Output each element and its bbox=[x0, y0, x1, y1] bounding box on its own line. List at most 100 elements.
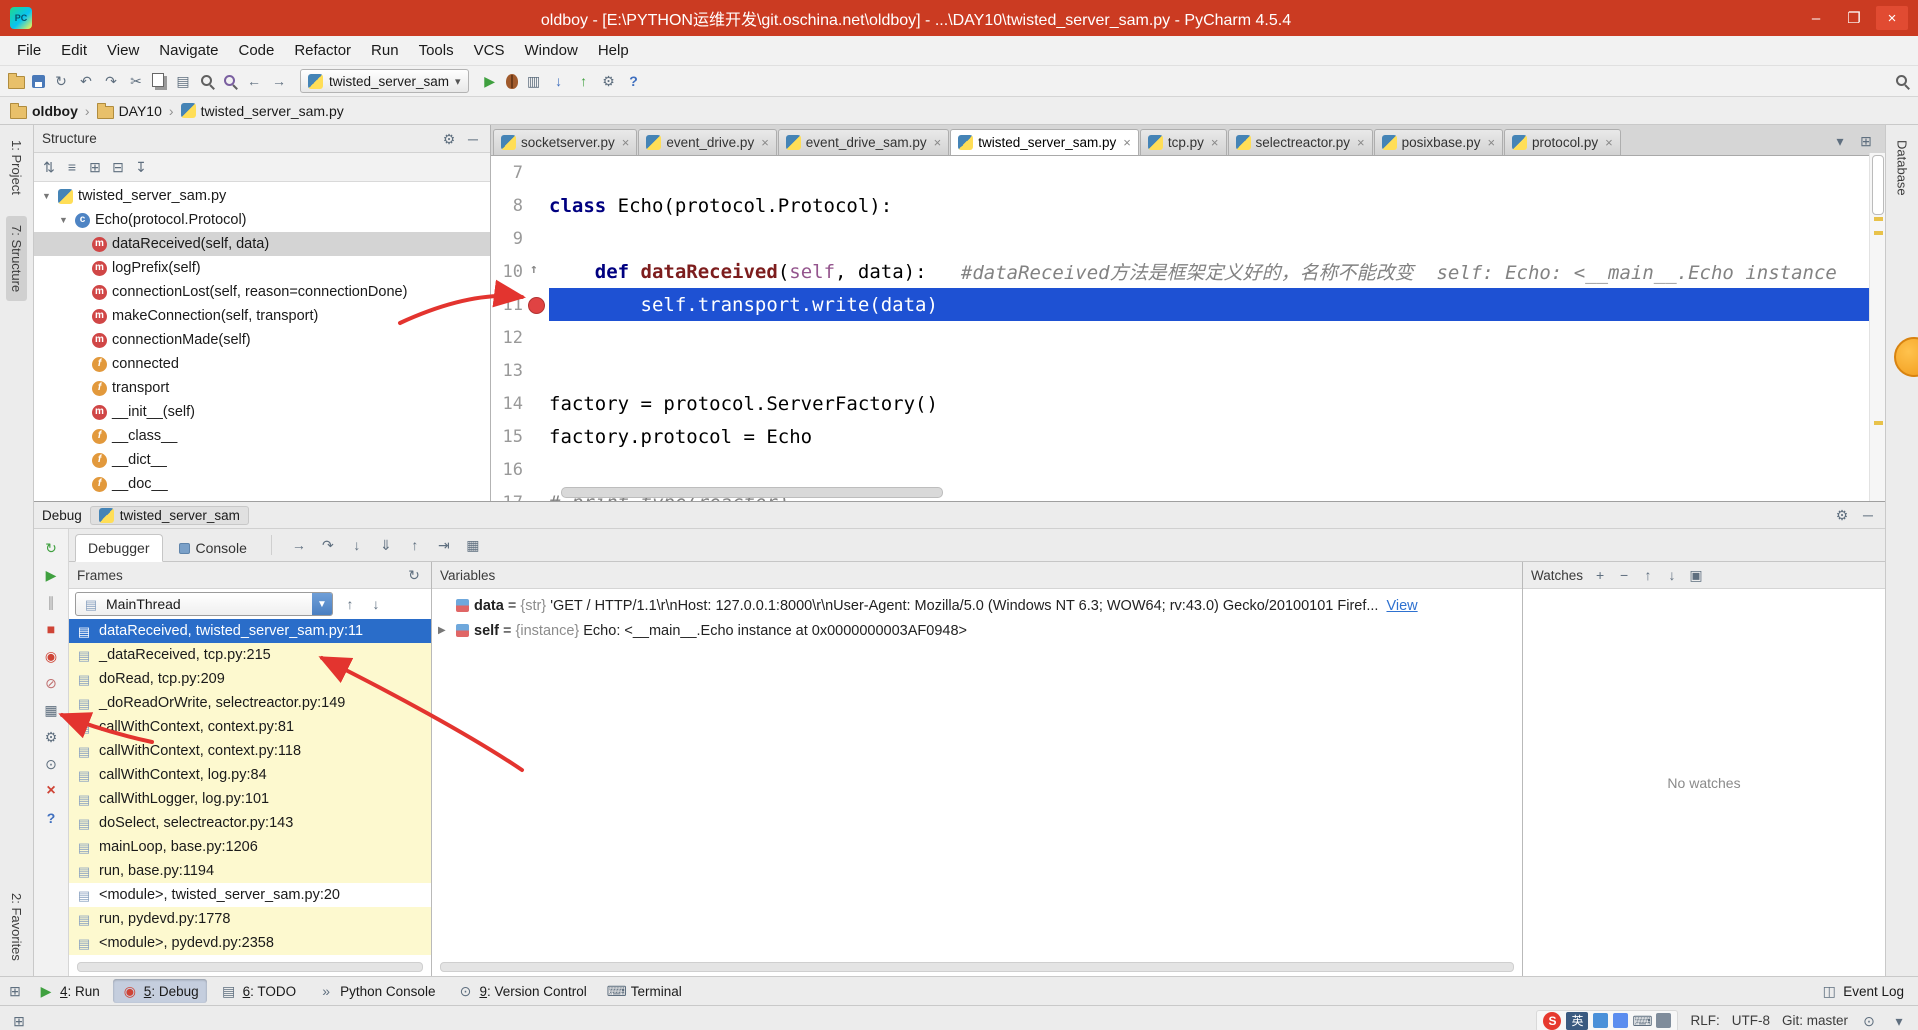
frame-item[interactable]: ▤ <module>, twisted_server_sam.py:20 bbox=[69, 883, 431, 907]
structure-node[interactable]: m connectionMade(self) bbox=[34, 328, 490, 352]
editor-tab-protocol.py[interactable]: protocol.py × bbox=[1504, 129, 1621, 155]
expand-chevron-icon[interactable]: ▶ bbox=[438, 625, 451, 636]
settings-icon[interactable]: ⚙ bbox=[600, 72, 618, 90]
variable-item[interactable]: ▶ self = {instance} Echo: <__main__.Echo … bbox=[432, 618, 1522, 643]
tool-button-event-log[interactable]: ◫ Event Log bbox=[1812, 979, 1912, 1003]
menu-item-tools[interactable]: Tools bbox=[410, 39, 463, 62]
ime-tool-icon[interactable] bbox=[1656, 1013, 1672, 1028]
rerun-icon[interactable]: ↻ bbox=[42, 539, 60, 557]
search-everywhere-icon[interactable] bbox=[1894, 73, 1910, 89]
variables-scrollbar[interactable] bbox=[440, 962, 1514, 972]
close-button[interactable]: × bbox=[1876, 6, 1908, 30]
ime-tool-icon[interactable] bbox=[1593, 1013, 1609, 1028]
structure-node[interactable]: m dataReceived(self, data) bbox=[34, 232, 490, 256]
maximize-button[interactable]: ❐ bbox=[1838, 6, 1870, 30]
split-editor-icon[interactable]: ⊞ bbox=[1857, 132, 1875, 150]
structure-node[interactable]: ▼ c Echo(protocol.Protocol) bbox=[34, 208, 490, 232]
frame-item[interactable]: ▤ callWithContext, context.py:118 bbox=[69, 739, 431, 763]
breakpoint-icon[interactable] bbox=[528, 297, 545, 314]
code-line[interactable]: 10 ↑ def dataReceived(self, data): #dataR… bbox=[491, 255, 1885, 288]
structure-node[interactable]: m makeConnection(self, transport) bbox=[34, 304, 490, 328]
structure-node[interactable]: m connectionLost(self, reason=connectionD… bbox=[34, 280, 490, 304]
override-marker-icon[interactable]: ↑ bbox=[530, 262, 538, 277]
inspections-icon[interactable]: ▾ bbox=[1890, 1012, 1908, 1030]
close-tab-icon[interactable]: × bbox=[622, 135, 630, 150]
warning-stripe-mark[interactable] bbox=[1874, 421, 1883, 425]
close-tab-icon[interactable]: × bbox=[1605, 135, 1613, 150]
frame-item[interactable]: ▤ callWithContext, context.py:81 bbox=[69, 715, 431, 739]
expand-arrow-icon[interactable]: ▼ bbox=[57, 215, 70, 225]
ime-language-icon[interactable]: 英 bbox=[1566, 1011, 1589, 1030]
tool-stripe-button-7--structure[interactable]: 7: Structure bbox=[6, 215, 27, 302]
menu-item-window[interactable]: Window bbox=[515, 39, 586, 62]
close-tab-icon[interactable]: × bbox=[934, 135, 942, 150]
breadcrumb-item-oldboy[interactable]: oldboy bbox=[10, 102, 78, 119]
redo-icon[interactable]: ↷ bbox=[102, 72, 120, 90]
close-tab-icon[interactable]: × bbox=[1357, 135, 1365, 150]
settings-icon[interactable]: ⚙ bbox=[42, 728, 60, 746]
editor-tab-event_drive_sam.py[interactable]: event_drive_sam.py × bbox=[777, 129, 950, 155]
menu-item-code[interactable]: Code bbox=[229, 39, 283, 62]
tool-button-5--debug[interactable]: ◉ 5: Debug bbox=[112, 979, 207, 1003]
save-all-icon[interactable] bbox=[32, 74, 45, 88]
paste-icon[interactable]: ▤ bbox=[174, 72, 192, 90]
vcs-update-icon[interactable]: ↓ bbox=[550, 72, 568, 90]
resume-icon[interactable]: ▶ bbox=[42, 566, 60, 584]
frame-item[interactable]: ▤ mainLoop, base.py:1206 bbox=[69, 835, 431, 859]
menu-item-view[interactable]: View bbox=[98, 39, 148, 62]
code-line[interactable]: 8 class Echo(protocol.Protocol): bbox=[491, 189, 1885, 222]
code-line[interactable]: 14 factory = protocol.ServerFactory() bbox=[491, 387, 1885, 420]
tool-button-4--run[interactable]: ▶ 4: Run bbox=[29, 979, 108, 1003]
menu-item-edit[interactable]: Edit bbox=[52, 39, 96, 62]
chevron-down-icon[interactable]: ▼ bbox=[312, 593, 332, 615]
tool-button-python-console[interactable]: » Python Console bbox=[309, 979, 443, 1003]
find-icon[interactable] bbox=[199, 73, 215, 89]
frame-down-icon[interactable]: ↓ bbox=[367, 595, 385, 613]
code-line[interactable]: 7 bbox=[491, 156, 1885, 189]
code-line[interactable]: 11 self.transport.write(data) bbox=[491, 288, 1885, 321]
menu-item-help[interactable]: Help bbox=[589, 39, 638, 62]
close-tab-icon[interactable]: × bbox=[1123, 135, 1131, 150]
evaluate-icon[interactable]: ▦ bbox=[464, 536, 482, 554]
frame-item[interactable]: ▤ callWithContext, log.py:84 bbox=[69, 763, 431, 787]
debug-session-tab[interactable]: twisted_server_sam bbox=[89, 505, 249, 525]
structure-node[interactable]: ▼ twisted_server_sam.py bbox=[34, 184, 490, 208]
sogou-icon[interactable]: S bbox=[1543, 1011, 1562, 1030]
code-line[interactable]: 9 bbox=[491, 222, 1885, 255]
toolwindow-toggle-icon[interactable]: ⊞ bbox=[10, 1012, 28, 1030]
move-up-icon[interactable]: ↑ bbox=[1639, 566, 1657, 584]
line-separator-indicator[interactable]: RLF: bbox=[1690, 1013, 1719, 1028]
code-line[interactable]: 15 factory.protocol = Echo bbox=[491, 420, 1885, 453]
editor-tab-event_drive.py[interactable]: event_drive.py × bbox=[638, 129, 777, 155]
structure-node[interactable]: f connected bbox=[34, 352, 490, 376]
horizontal-scrollbar[interactable] bbox=[561, 487, 943, 498]
hide-panel-icon[interactable]: ─ bbox=[1859, 506, 1877, 524]
sort-icon[interactable]: ⇅ bbox=[40, 158, 58, 176]
help-icon[interactable]: ? bbox=[625, 72, 643, 90]
vertical-scrollbar[interactable] bbox=[1869, 153, 1885, 501]
git-branch-indicator[interactable]: Git: master bbox=[1782, 1013, 1848, 1028]
pause-icon[interactable]: ∥ bbox=[42, 593, 60, 611]
frames-scrollbar[interactable] bbox=[77, 962, 423, 972]
mute-breakpoints-icon[interactable]: ⊘ bbox=[42, 674, 60, 692]
menu-item-vcs[interactable]: VCS bbox=[465, 39, 514, 62]
breadcrumb-item-DAY10[interactable]: DAY10 bbox=[96, 102, 162, 119]
code-line[interactable]: 13 bbox=[491, 354, 1885, 387]
editor-tab-selectreactor.py[interactable]: selectreactor.py × bbox=[1227, 129, 1373, 155]
stop-icon[interactable]: ■ bbox=[42, 620, 60, 638]
frame-up-icon[interactable]: ↑ bbox=[341, 595, 359, 613]
frame-item[interactable]: ▤ <module>, pydevd.py:2358 bbox=[69, 931, 431, 955]
menu-item-refactor[interactable]: Refactor bbox=[285, 39, 360, 62]
step-into-icon[interactable]: ↓ bbox=[348, 536, 366, 554]
restore-layout-icon[interactable]: ▦ bbox=[42, 701, 60, 719]
expand-arrow-icon[interactable]: ▼ bbox=[40, 191, 53, 201]
tool-stripe-button-1--project[interactable]: 1: Project bbox=[6, 131, 27, 204]
code-editor[interactable]: 7 8 class Echo(protocol.Protocol): 9 10 ↑ def… bbox=[491, 156, 1885, 501]
thread-selector[interactable]: ▤ MainThread ▼ bbox=[75, 592, 333, 616]
add-icon[interactable]: + bbox=[1591, 566, 1609, 584]
close-tab-icon[interactable]: × bbox=[1487, 135, 1495, 150]
close-tab-icon[interactable]: × bbox=[1211, 135, 1219, 150]
editor-tab-posixbase.py[interactable]: posixbase.py × bbox=[1373, 129, 1504, 155]
editor-tab-twisted_server_sam.py[interactable]: twisted_server_sam.py × bbox=[950, 129, 1139, 155]
debug-icon[interactable] bbox=[505, 73, 518, 89]
